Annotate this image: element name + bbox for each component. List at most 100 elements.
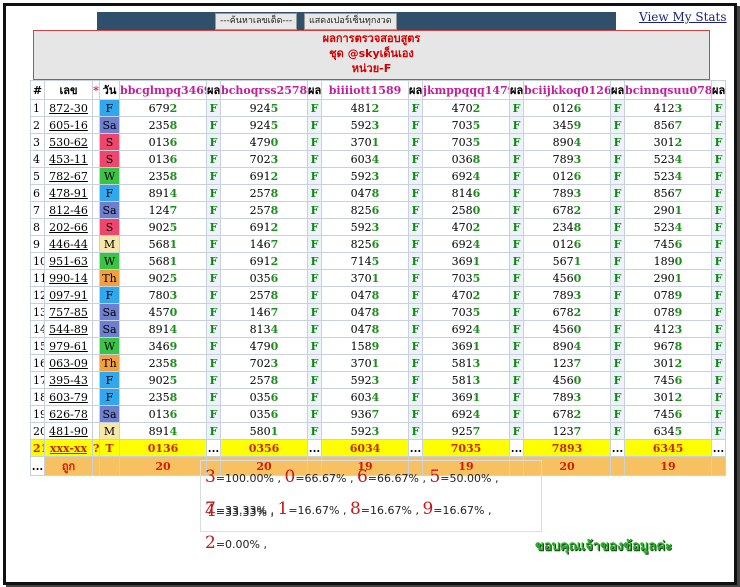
day-badge: M	[99, 235, 120, 253]
result-flag: F	[610, 116, 625, 134]
header-formula-1[interactable]: bbcglmpq3469	[119, 80, 207, 100]
value-hit-digit: 1	[674, 271, 683, 285]
value-digits: 301	[653, 135, 675, 149]
formula-value: 0789	[624, 303, 712, 321]
formula-value: 4702	[422, 99, 510, 117]
number-cell[interactable]: 097-91	[44, 286, 93, 304]
value-digits: 346	[148, 339, 170, 353]
table-body: 1 872-30 F 6792 F 9245 F 4812 F 4702 F 0126 F 4123 F 2 6…	[30, 99, 726, 476]
number-link[interactable]: 812-46	[49, 204, 88, 217]
formula-value: 7803	[119, 286, 207, 304]
value-hit-digit: 2	[270, 254, 279, 268]
value-digits: 692	[451, 322, 473, 336]
value-digits: 370	[350, 135, 372, 149]
number-cell[interactable]: 063-09	[44, 354, 93, 372]
result-flag: F	[307, 252, 322, 270]
search-lucky-number-button[interactable]: ---ค้นหาเลขเด็ด---	[215, 13, 298, 30]
table-row: 6 478-91 F 8914 F 2578 F 0478 F 8146 F 7893 F 8567 F	[30, 184, 726, 202]
value-digits: 890	[552, 339, 574, 353]
header-result-1: ผล	[206, 80, 221, 100]
formula-value: 5234	[624, 218, 712, 236]
number-link[interactable]: 979-61	[49, 340, 88, 353]
number-link[interactable]: 481-90	[49, 425, 88, 438]
number-cell[interactable]: 626-78	[44, 405, 93, 423]
number-cell[interactable]: 481-90	[44, 422, 93, 440]
number-cell[interactable]: 603-79	[44, 388, 93, 406]
star-cell	[92, 252, 100, 270]
number-cell[interactable]: 812-46	[44, 201, 93, 219]
number-cell[interactable]: 979-61	[44, 337, 93, 355]
value-digits: 925	[451, 424, 473, 438]
number-link[interactable]: 446-44	[49, 238, 88, 251]
number-cell[interactable]: 446-44	[44, 235, 93, 253]
stats-line-2: 7=33.33% , 1=16.67% , 8=16.67% , 9=16.67…	[201, 493, 541, 553]
result-flag: F	[610, 371, 625, 389]
formula-value: 3459	[523, 116, 611, 134]
number-cell[interactable]: 395-43	[44, 371, 93, 389]
formula-value: 7893	[523, 150, 611, 168]
value-digits: 691	[249, 254, 271, 268]
formula-value: 9257	[422, 422, 510, 440]
number-cell[interactable]: 478-91	[44, 184, 93, 202]
number-link[interactable]: xxx-xx	[50, 442, 87, 455]
number-link[interactable]: 453-11	[49, 153, 88, 166]
number-cell[interactable]: 202-66	[44, 218, 93, 236]
formula-value: 8904	[523, 337, 611, 355]
number-link[interactable]: 202-66	[49, 221, 88, 234]
header-formula-3[interactable]: biiiiott1589	[321, 80, 409, 100]
formula-value: 7035	[422, 269, 510, 287]
value-digits: 369	[451, 390, 473, 404]
number-cell[interactable]: 757-85	[44, 303, 93, 321]
number-cell[interactable]: 544-89	[44, 320, 93, 338]
number-link[interactable]: 872-30	[49, 102, 88, 115]
formula-value: 2578	[220, 371, 308, 389]
summary-blank	[92, 456, 100, 476]
value-digits: 235	[148, 169, 170, 183]
header-formula-6[interactable]: bcinnqsuu0789	[624, 80, 712, 100]
value-digits: 012	[552, 237, 574, 251]
number-cell[interactable]: xxx-xx	[44, 439, 93, 457]
value-digits: 047	[350, 305, 372, 319]
view-my-stats-link[interactable]: View My Stats	[639, 10, 727, 24]
number-link[interactable]: 951-63	[49, 255, 88, 268]
value-hit-digit: 3	[573, 288, 582, 302]
number-link[interactable]: 990-14	[49, 272, 88, 285]
number-link[interactable]: 757-85	[49, 306, 88, 319]
number-cell[interactable]: 530-62	[44, 133, 93, 151]
value-hit-digit: 1	[270, 424, 279, 438]
formula-value: 9245	[220, 99, 308, 117]
number-cell[interactable]: 782-67	[44, 167, 93, 185]
number-link[interactable]: 544-89	[49, 323, 88, 336]
number-link[interactable]: 063-09	[49, 357, 88, 370]
number-cell[interactable]: 453-11	[44, 150, 93, 168]
number-link[interactable]: 530-62	[49, 136, 88, 149]
day-badge: W	[99, 167, 120, 185]
number-cell[interactable]: 951-63	[44, 252, 93, 270]
result-flag: F	[206, 201, 221, 219]
number-link[interactable]: 478-91	[49, 187, 88, 200]
number-link[interactable]: 782-67	[49, 170, 88, 183]
number-cell[interactable]: 605-16	[44, 116, 93, 134]
formula-value: 5234	[624, 150, 712, 168]
value-digits: 258	[451, 203, 473, 217]
header-formula-4[interactable]: jkmppqqq1479	[422, 80, 510, 100]
number-link[interactable]: 603-79	[49, 391, 88, 404]
value-digits: 592	[350, 118, 372, 132]
value-digits: 581	[451, 373, 473, 387]
value-digits: 235	[148, 118, 170, 132]
header-formula-2[interactable]: bchoqrss2578	[220, 80, 308, 100]
number-link[interactable]: 626-78	[49, 408, 88, 421]
show-percent-button[interactable]: แสดงเปอร์เซ็นทุกงวด	[304, 13, 397, 30]
number-link[interactable]: 605-16	[49, 119, 88, 132]
number-link[interactable]: 395-43	[49, 374, 88, 387]
number-cell[interactable]: 990-14	[44, 269, 93, 287]
star-cell	[92, 405, 100, 423]
number-cell[interactable]: 872-30	[44, 99, 93, 117]
stat-percent: =100.00% ,	[215, 472, 281, 485]
formula-value: 3012	[624, 354, 712, 372]
value-hit-digit: 1	[169, 254, 178, 268]
header-formula-5[interactable]: bciijkkoq0126	[523, 80, 611, 100]
result-flag: F	[408, 184, 423, 202]
result-flag: F	[408, 286, 423, 304]
number-link[interactable]: 097-91	[49, 289, 88, 302]
